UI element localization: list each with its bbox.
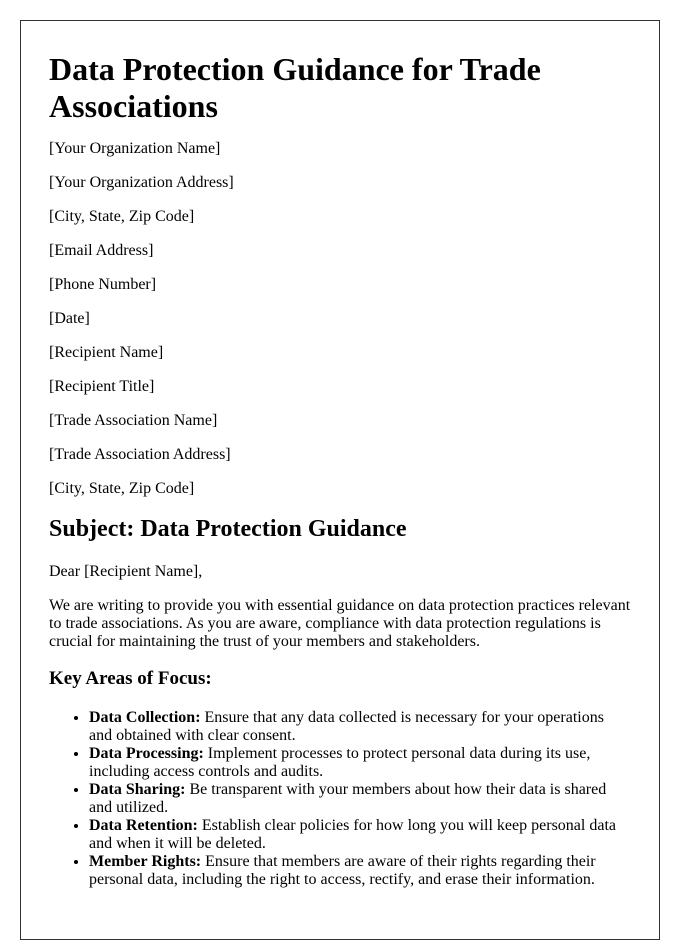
letter-page: Data Protection Guidance for Trade Assoc…: [20, 20, 660, 940]
recipient-name: [Recipient Name]: [49, 344, 164, 361]
focus-item-term: Data Processing:: [89, 745, 204, 762]
intro-paragraph: We are writing to provide you with essen…: [49, 597, 631, 650]
subject-heading: Subject: Data Protection Guidance: [49, 516, 407, 542]
sender-block: [Your Organization Name] [Your Organizat…: [49, 140, 631, 328]
focus-item-term: Data Retention:: [89, 817, 198, 834]
document-title: Data Protection Guidance for Trade Assoc…: [49, 51, 541, 124]
focus-item-term: Data Sharing:: [89, 781, 186, 798]
focus-item-term: Data Collection:: [89, 709, 201, 726]
focus-item-term: Member Rights:: [89, 853, 202, 870]
focus-item-data-retention: Data Retention: Establish clear policies…: [89, 817, 631, 853]
sender-email: [Email Address]: [49, 242, 154, 259]
greeting: Dear [Recipient Name],: [49, 563, 203, 580]
recipient-title: [Recipient Title]: [49, 378, 155, 395]
sender-city-state-zip: [City, State, Zip Code]: [49, 208, 195, 225]
focus-heading: Key Areas of Focus:: [49, 668, 212, 689]
focus-item-data-collection: Data Collection: Ensure that any data co…: [89, 709, 631, 745]
focus-list: Data Collection: Ensure that any data co…: [49, 709, 631, 889]
focus-item-data-sharing: Data Sharing: Be transparent with your m…: [89, 781, 631, 817]
recipient-block: [Recipient Name] [Recipient Title] [Trad…: [49, 344, 631, 498]
focus-item-data-processing: Data Processing: Implement processes to …: [89, 745, 631, 781]
letter-date: [Date]: [49, 310, 90, 327]
recipient-city-state-zip: [City, State, Zip Code]: [49, 480, 195, 497]
sender-organization-address: [Your Organization Address]: [49, 174, 234, 191]
trade-association-name: [Trade Association Name]: [49, 412, 218, 429]
sender-phone: [Phone Number]: [49, 276, 157, 293]
focus-item-member-rights: Member Rights: Ensure that members are a…: [89, 853, 631, 889]
sender-organization-name: [Your Organization Name]: [49, 140, 221, 157]
trade-association-address: [Trade Association Address]: [49, 446, 231, 463]
